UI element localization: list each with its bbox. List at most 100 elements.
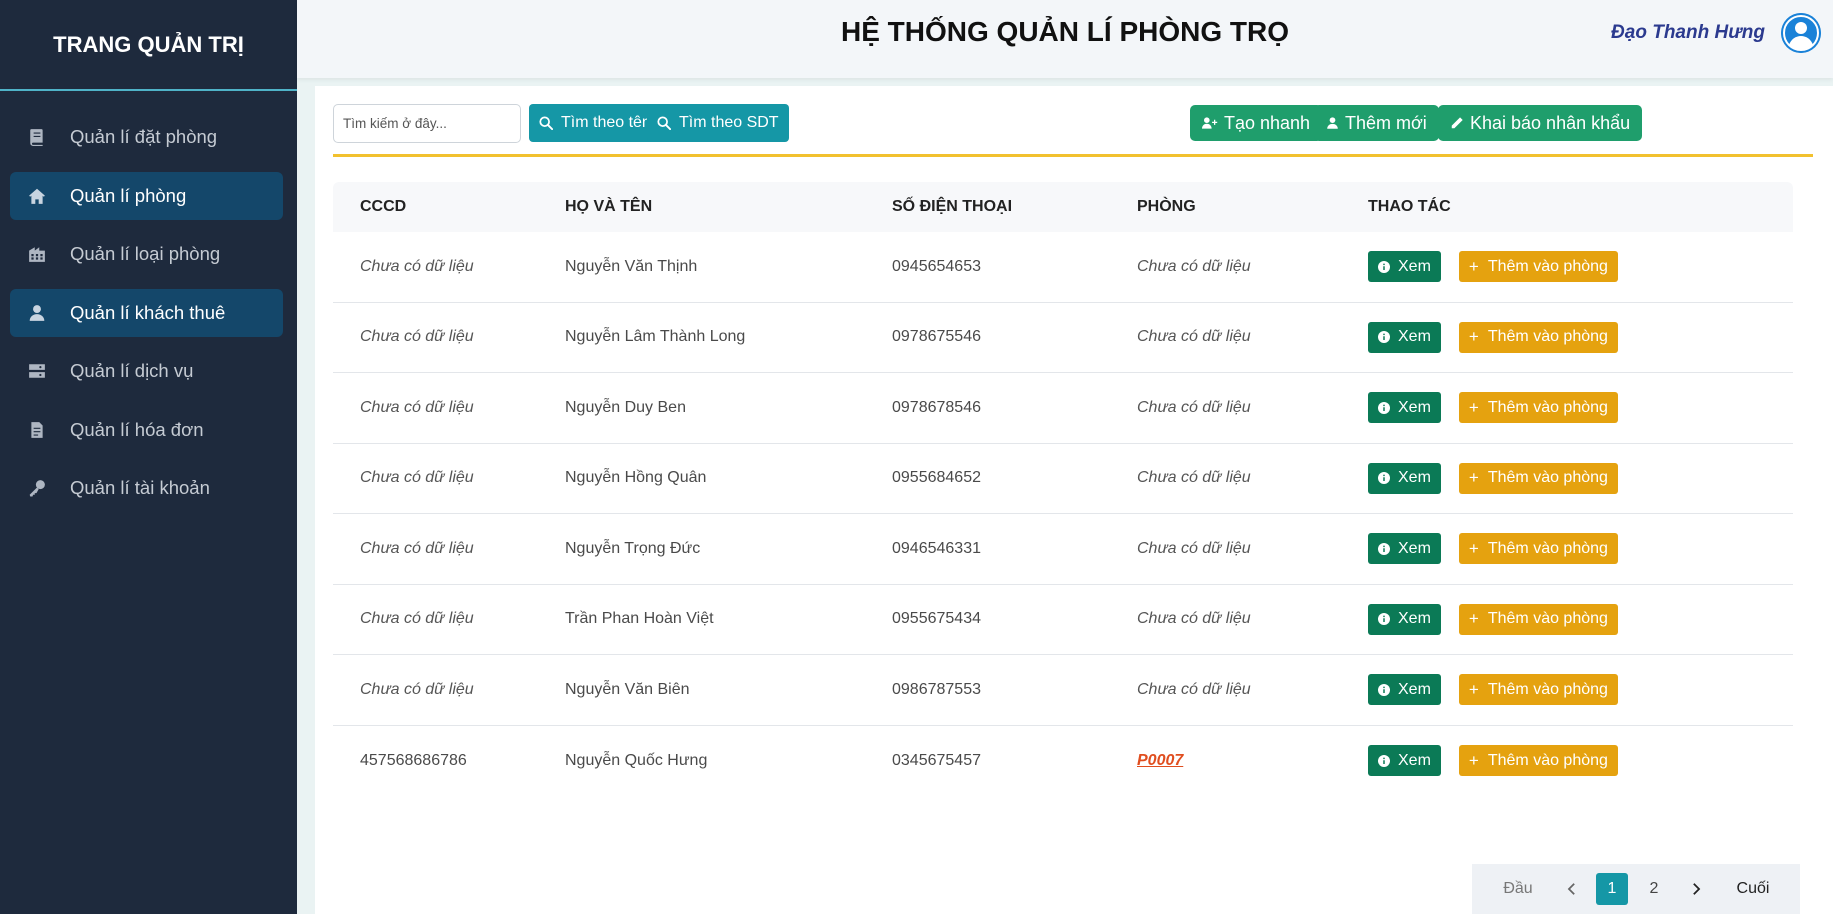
plus-icon: + bbox=[1468, 538, 1479, 558]
sidebar-item-label: Quản lí phòng bbox=[70, 184, 187, 206]
cell-room: Chưa có dữ liệu bbox=[1137, 258, 1368, 276]
view-button[interactable]: Xem bbox=[1368, 251, 1441, 283]
info-icon bbox=[1378, 331, 1390, 344]
declare-residents-button[interactable]: Khai báo nhân khẩu bbox=[1438, 105, 1643, 141]
plus-icon: + bbox=[1468, 327, 1479, 347]
quick-create-label: Tạo nhanh bbox=[1224, 112, 1311, 133]
cell-room: Chưa có dữ liệu bbox=[1137, 681, 1368, 699]
add-to-room-button[interactable]: + Thêm vào phòng bbox=[1458, 251, 1618, 283]
cell-phone: 0345675457 bbox=[892, 751, 981, 769]
pagination-prev[interactable] bbox=[1558, 873, 1586, 905]
add-to-room-button[interactable]: + Thêm vào phòng bbox=[1458, 603, 1618, 635]
declare-residents-label: Khai báo nhân khẩu bbox=[1470, 112, 1631, 133]
cell-phone: 0946546331 bbox=[892, 539, 981, 557]
column-header-actions: THAO TÁC bbox=[1368, 198, 1451, 215]
sidebar-item-services[interactable]: Quản lí dịch vụ bbox=[10, 347, 283, 395]
cell-room: Chưa có dữ liệu bbox=[1137, 610, 1368, 628]
info-icon bbox=[1378, 613, 1390, 626]
search-icon bbox=[657, 116, 671, 130]
plus-icon: + bbox=[1468, 468, 1479, 488]
quick-create-button[interactable]: Tạo nhanh bbox=[1190, 105, 1323, 141]
table-body: Chưa có dữ liệu Nguyễn Văn Thịnh 094565465… bbox=[333, 232, 1793, 796]
cell-actions: Xem + Thêm vào phòng bbox=[1368, 462, 1793, 494]
pagination-page-1[interactable]: 1 bbox=[1596, 873, 1628, 905]
view-button[interactable]: Xem bbox=[1368, 462, 1441, 494]
sidebar-item-label: Quản lí khách thuê bbox=[70, 301, 226, 323]
view-label: Xem bbox=[1398, 257, 1431, 275]
room-empty: Chưa có dữ liệu bbox=[1137, 610, 1251, 628]
plus-icon: + bbox=[1468, 397, 1479, 417]
pagination-first[interactable]: Đầu bbox=[1488, 873, 1548, 905]
user-name[interactable]: Đạo Thanh Hưng bbox=[1611, 22, 1765, 44]
pagination-last[interactable]: Cuối bbox=[1728, 873, 1778, 905]
sidebar-item-room-types[interactable]: Quản lí loại phòng bbox=[10, 230, 283, 278]
sidebar: TRANG QUẢN TRỊ Quản lí đặt phòng Quản lí… bbox=[0, 0, 297, 914]
info-icon bbox=[1378, 683, 1390, 696]
info-icon bbox=[1378, 401, 1390, 414]
cell-cccd: Chưa có dữ liệu bbox=[360, 610, 474, 628]
avatar[interactable] bbox=[1781, 13, 1821, 53]
sidebar-item-bookings[interactable]: Quản lí đặt phòng bbox=[10, 113, 283, 161]
view-label: Xem bbox=[1398, 751, 1431, 769]
cell-phone: 0986787553 bbox=[892, 680, 981, 698]
cell-name: Nguyễn Văn Biên bbox=[565, 680, 690, 698]
add-to-room-button[interactable]: + Thêm vào phòng bbox=[1458, 321, 1618, 353]
view-button[interactable]: Xem bbox=[1368, 392, 1441, 424]
cell-phone: 0978678546 bbox=[892, 398, 981, 416]
view-button[interactable]: Xem bbox=[1368, 674, 1441, 706]
sidebar-item-rooms[interactable]: Quản lí phòng bbox=[10, 171, 283, 220]
building-icon bbox=[28, 245, 46, 263]
table-row: 457568686786 Nguyễn Quốc Hưng 0345675457 P0… bbox=[333, 726, 1793, 797]
info-icon bbox=[1378, 260, 1390, 273]
info-icon bbox=[1378, 472, 1390, 485]
view-button[interactable]: Xem bbox=[1368, 321, 1441, 353]
chevron-right-icon bbox=[1693, 883, 1701, 895]
add-to-room-button[interactable]: + Thêm vào phòng bbox=[1458, 533, 1618, 565]
add-to-room-button[interactable]: + Thêm vào phòng bbox=[1458, 745, 1618, 777]
cell-actions: Xem + Thêm vào phòng bbox=[1368, 251, 1793, 283]
pagination-next[interactable] bbox=[1682, 873, 1710, 905]
pencil-icon bbox=[1451, 117, 1463, 129]
room-link[interactable]: P0007 bbox=[1137, 752, 1183, 769]
add-to-room-button[interactable]: + Thêm vào phòng bbox=[1458, 462, 1618, 494]
cell-room: Chưa có dữ liệu bbox=[1137, 399, 1368, 417]
cell-cccd: Chưa có dữ liệu bbox=[360, 398, 474, 416]
cell-name: Nguyễn Văn Thịnh bbox=[565, 257, 698, 275]
cell-actions: Xem + Thêm vào phòng bbox=[1368, 321, 1793, 353]
sidebar-item-accounts[interactable]: Quản lí tài khoản bbox=[10, 464, 283, 512]
search-by-phone-button[interactable]: Tìm theo SDT bbox=[647, 104, 789, 142]
add-to-room-button[interactable]: + Thêm vào phòng bbox=[1458, 392, 1618, 424]
cell-cccd: Chưa có dữ liệu bbox=[360, 257, 474, 275]
add-to-room-button[interactable]: + Thêm vào phòng bbox=[1458, 674, 1618, 706]
table-header: CCCD HỌ VÀ TÊN SỐ ĐIỆN THOẠI PHÒNG THAO … bbox=[333, 182, 1793, 232]
book-icon bbox=[28, 128, 46, 146]
view-label: Xem bbox=[1398, 680, 1431, 698]
view-button[interactable]: Xem bbox=[1368, 745, 1441, 777]
view-button[interactable]: Xem bbox=[1368, 533, 1441, 565]
table-row: Chưa có dữ liệu Nguyễn Duy Ben 0978678546 C… bbox=[333, 373, 1793, 444]
column-header-room: PHÒNG bbox=[1137, 198, 1196, 215]
add-new-button[interactable]: Thêm mới bbox=[1314, 105, 1439, 141]
search-by-name-button[interactable]: Tìm theo tên bbox=[529, 104, 661, 142]
toolbar-divider bbox=[333, 154, 1813, 157]
cell-room: P0007 bbox=[1137, 752, 1368, 770]
sidebar-item-invoices[interactable]: Quản lí hóa đơn bbox=[10, 406, 283, 454]
cell-name: Nguyễn Quốc Hưng bbox=[565, 751, 708, 769]
search-input[interactable] bbox=[333, 104, 521, 143]
cell-actions: Xem + Thêm vào phòng bbox=[1368, 674, 1793, 706]
sidebar-item-tenants[interactable]: Quản lí khách thuê bbox=[10, 288, 283, 337]
view-button[interactable]: Xem bbox=[1368, 603, 1441, 635]
cell-phone: 0955675434 bbox=[892, 610, 981, 628]
user-plus-icon bbox=[1202, 117, 1218, 129]
sidebar-item-label: Quản lí tài khoản bbox=[70, 477, 210, 498]
toolbar: Tìm theo tên Tìm theo SDT Tạo nhanh Thêm… bbox=[333, 104, 1813, 146]
user-icon bbox=[1327, 117, 1338, 129]
room-empty: Chưa có dữ liệu bbox=[1137, 469, 1251, 487]
plus-icon: + bbox=[1468, 679, 1479, 699]
add-to-room-label: Thêm vào phòng bbox=[1487, 680, 1608, 698]
pagination-page-2[interactable]: 2 bbox=[1638, 873, 1670, 905]
table-row: Chưa có dữ liệu Trần Phan Hoàn Việt 095567… bbox=[333, 585, 1793, 655]
pagination: Đầu 1 2 Cuối bbox=[1472, 864, 1800, 914]
view-label: Xem bbox=[1398, 539, 1431, 557]
search-by-name-label: Tìm theo tên bbox=[561, 114, 651, 131]
